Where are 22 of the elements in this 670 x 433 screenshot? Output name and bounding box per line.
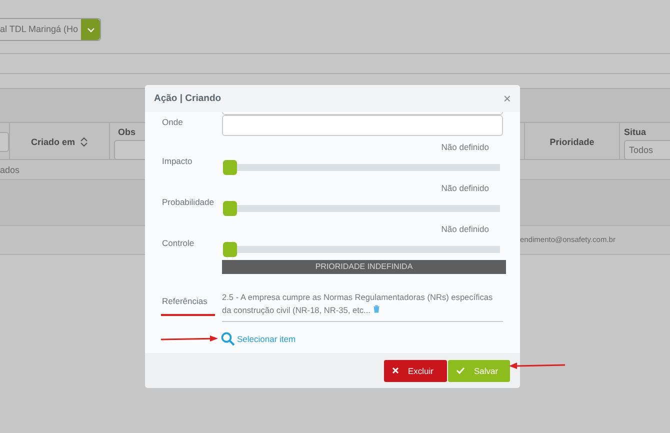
field-label: Onde — [162, 117, 184, 127]
dialog-title: Ação | Criando — [154, 93, 222, 104]
column-title: Obs — [118, 127, 136, 137]
slider-reading: Não definido — [441, 142, 489, 152]
select-item-link[interactable]: Selecionar item — [221, 332, 296, 346]
field-label: Impacto — [162, 156, 194, 166]
column-title: Prioridade — [550, 136, 594, 146]
reference-text: 2.5 - A empresa cumpre as Normas Regulamentadoras (NRs) específicas da construção civil (NR-18, NR-35, etc... — [222, 291, 503, 322]
filter-field[interactable]: Todos — [624, 140, 670, 160]
field-label: Probabilidade — [162, 197, 215, 207]
close-button[interactable]: × — [503, 92, 511, 105]
slider-reading: Não definido — [441, 183, 489, 193]
delete-button[interactable]: Excluir — [384, 360, 447, 382]
column-title: Criado em — [30, 136, 75, 146]
column-title: Situa — [624, 127, 646, 137]
slider-reading: Não definido — [441, 224, 489, 234]
unit-select[interactable]: al TDL Maringá (Ho — [0, 18, 101, 41]
priority-bar: PRIORIDADE INDEFINIDA — [222, 260, 506, 274]
field-label: Referências — [162, 296, 208, 306]
save-button[interactable]: Salvar — [448, 360, 510, 382]
field-label: Controle — [162, 238, 196, 248]
table-message: ados — [0, 165, 20, 175]
